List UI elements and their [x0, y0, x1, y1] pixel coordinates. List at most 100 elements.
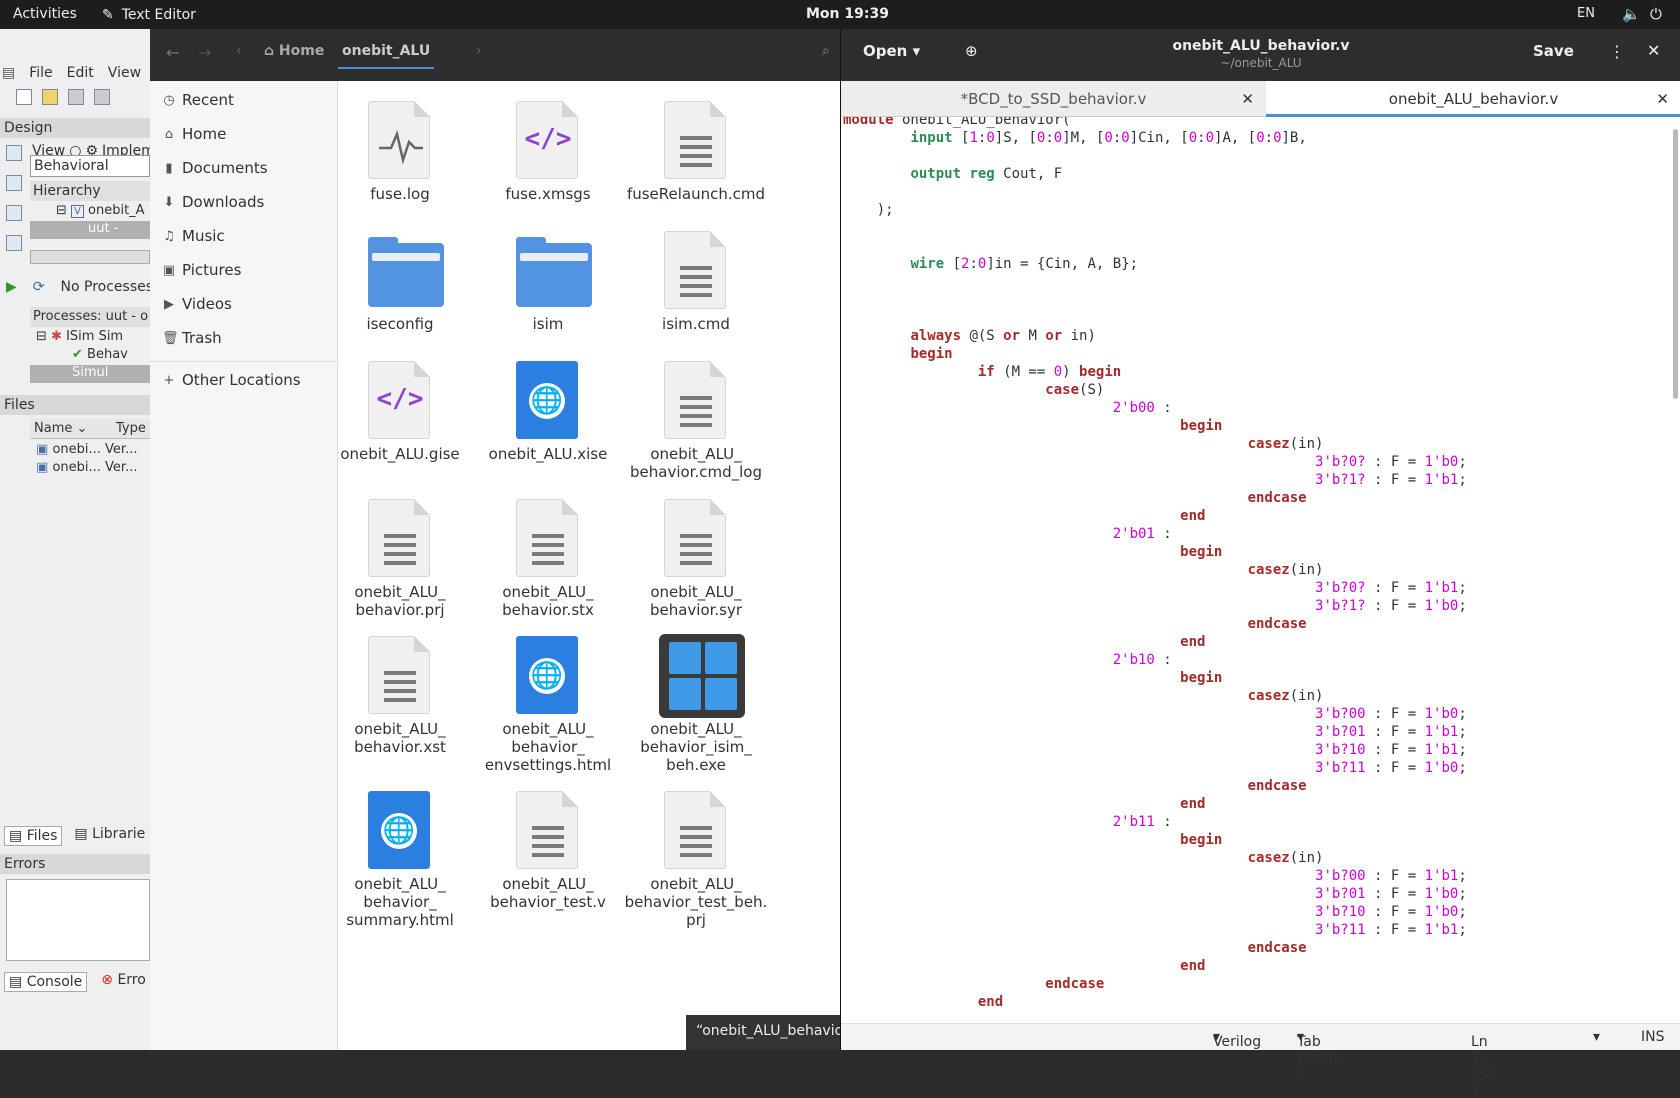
design-tool-icon[interactable]	[6, 175, 22, 191]
app-menu[interactable]: ✎ Text Editor	[102, 7, 196, 23]
sidebar-item-downloads[interactable]: ⬇ Downloads	[162, 193, 265, 211]
sidebar-item-home[interactable]: ⌂ Home	[162, 125, 226, 143]
tab-close-icon[interactable]: ✕	[1241, 81, 1254, 117]
file-item[interactable]: isim	[473, 221, 623, 351]
process-item[interactable]: ✔ Behav	[72, 347, 128, 362]
file-item[interactable]: fuseRelaunch.cmd	[621, 91, 771, 221]
code-line: 3'b?11 : F = 1'b1;	[1315, 922, 1467, 938]
tab-errors[interactable]: ⊗ Erro	[101, 972, 146, 992]
file-item[interactable]: </> onebit_ALU.gise	[325, 351, 475, 481]
sidebar-item-music[interactable]: ♫ Music	[162, 227, 225, 245]
refresh-icon[interactable]: ⟳	[33, 279, 45, 295]
volume-icon[interactable]: 🔈	[1622, 5, 1641, 23]
tab-libraries[interactable]: ▤ Librarie	[74, 826, 145, 846]
tab-width-select[interactable]: Tab Width: 8 ▾	[1297, 1029, 1342, 1082]
file-item[interactable]: iseconfig	[325, 221, 475, 351]
sidebar-item-pictures[interactable]: ▣ Pictures	[162, 261, 242, 279]
code-editor[interactable]: module onebit_ALU_behavior( input [1:0]S…	[843, 117, 1673, 1017]
file-item[interactable]: onebit_ALU_ behavior.stx	[473, 489, 623, 619]
file-item[interactable]: onebit_ALU_ behavior.cmd_log	[621, 351, 771, 481]
hierarchy-item-uut[interactable]: uut -	[30, 221, 150, 239]
hierarchy-item-top[interactable]: ⊟ V onebit_A	[56, 203, 145, 218]
file-item[interactable]: 🌐 onebit_ALU_ behavior_ summary.html	[325, 781, 475, 929]
files-headerbar: ← → ‹ ⌂ Home onebit_ALU › ⌕	[150, 29, 840, 81]
console-tabs: ▤ Console ⊗ Erro	[4, 972, 146, 992]
tab-files[interactable]: ▤ Files	[4, 826, 63, 846]
file-item[interactable]: fuse.log	[325, 91, 475, 221]
file-item[interactable]: onebit_ALU_ behavior.syr	[621, 489, 771, 619]
process-label: Simul	[72, 365, 109, 380]
close-icon[interactable]: ✕	[1647, 41, 1660, 60]
menu-edit[interactable]: Edit	[67, 65, 94, 81]
col-type[interactable]: Type	[116, 421, 146, 436]
path-current[interactable]: onebit_ALU	[338, 43, 435, 69]
verilog-icon: ▣	[36, 442, 49, 457]
code-line: endcase	[1247, 940, 1307, 956]
process-label: ISim Sim	[66, 329, 124, 344]
code-line: begin	[1180, 670, 1223, 686]
file-item[interactable]: 🌐 onebit_ALU_ behavior_ envsettings.html	[473, 626, 623, 774]
menu-view[interactable]: View	[108, 65, 141, 81]
design-tool-icon[interactable]	[6, 145, 22, 161]
tab-bcd-to-ssd[interactable]: *BCD_to_SSD_behavior.v ✕	[841, 81, 1266, 117]
file-item[interactable]: onebit_ALU_ behavior_test_beh. prj	[621, 781, 771, 929]
process-item-selected[interactable]: Simul	[30, 365, 150, 383]
plus-icon: +	[163, 372, 175, 388]
save-icon[interactable]	[68, 89, 84, 105]
tab-onebit-alu[interactable]: onebit_ALU_behavior.v ✕	[1266, 81, 1680, 117]
path-left-icon[interactable]: ‹	[236, 43, 242, 59]
tab-console[interactable]: ▤ Console	[4, 972, 88, 992]
design-tool-icon[interactable]	[6, 205, 22, 221]
sidebar-item-trash[interactable]: 🗑 Trash	[162, 329, 222, 347]
file-item[interactable]: 🌐 onebit_ALU.xise	[473, 351, 623, 481]
save-all-icon[interactable]	[94, 89, 110, 105]
new-icon[interactable]	[16, 89, 32, 105]
file-item[interactable]: onebit_ALU_ behavior_test.v	[473, 781, 623, 911]
file-item[interactable]: isim.cmd	[621, 221, 771, 351]
design-tool-icon[interactable]	[6, 235, 22, 251]
sidebar-item-recent[interactable]: ◷ Recent	[162, 91, 234, 109]
code-line: 3'b?0? : F = 1'b0;	[1315, 454, 1467, 470]
file-item[interactable]: </> fuse.xmsgs	[473, 91, 623, 221]
code-line: casez(in)	[1247, 688, 1324, 704]
sidebar-item-documents[interactable]: ▮ Documents	[162, 159, 267, 177]
sidebar-item-videos[interactable]: ▶ Videos	[162, 295, 232, 313]
chevron-down-icon[interactable]: ▾	[1593, 1029, 1600, 1045]
code-line: 3'b?00 : F = 1'b0;	[1315, 706, 1467, 722]
path-right-icon[interactable]: ›	[476, 43, 482, 59]
back-icon[interactable]: ←	[166, 43, 179, 62]
tab-close-icon[interactable]: ✕	[1656, 81, 1669, 117]
keyboard-layout[interactable]: EN	[1577, 6, 1595, 21]
open-icon[interactable]	[42, 89, 58, 105]
check-icon: ✔	[72, 347, 83, 362]
file-row[interactable]: ▣ onebi... Ver...	[36, 460, 137, 475]
path-home[interactable]: ⌂ Home	[264, 43, 324, 59]
code-line: casez(in)	[1247, 850, 1324, 866]
text-file-icon	[664, 791, 726, 869]
forward-icon[interactable]: →	[198, 43, 211, 62]
save-button[interactable]: Save	[1533, 42, 1574, 60]
col-name[interactable]: Name	[34, 421, 72, 436]
menu-icon[interactable]: ⋮	[1609, 42, 1625, 61]
power-icon[interactable]: ⏻	[1650, 5, 1662, 23]
clock[interactable]: Mon 19:39	[806, 6, 889, 22]
language-select[interactable]: Verilog ▾	[1213, 1029, 1261, 1050]
file-row[interactable]: ▣ onebi... Ver...	[36, 442, 137, 457]
verilog-icon: ▣	[36, 460, 49, 475]
file-item[interactable]: onebit_ALU_ behavior_isim_ beh.exe	[621, 626, 771, 774]
editor-scrollbar[interactable]	[1673, 129, 1678, 399]
search-icon[interactable]: ⌕	[822, 43, 830, 59]
process-item[interactable]: ⊟ ✱ ISim Sim	[36, 329, 123, 344]
run-icon[interactable]: ▶	[6, 279, 17, 295]
file-item[interactable]: onebit_ALU_ behavior.xst	[325, 626, 475, 756]
file-item[interactable]: onebit_ALU_ behavior.prj	[325, 489, 475, 619]
h-scrollbar[interactable]	[30, 250, 150, 264]
menu-file[interactable]: File	[29, 65, 52, 81]
insert-mode[interactable]: INS	[1641, 1029, 1665, 1045]
sidebar-item-other-locations[interactable]: + Other Locations	[162, 371, 301, 389]
activities-button[interactable]: Activities	[13, 6, 77, 22]
ise-window: ▤ File Edit View Pr Design View ○ ⚙ Impl…	[0, 29, 150, 1050]
tab-label: *BCD_to_SSD_behavior.v	[960, 90, 1147, 108]
view-select[interactable]: Behavioral	[30, 155, 150, 177]
